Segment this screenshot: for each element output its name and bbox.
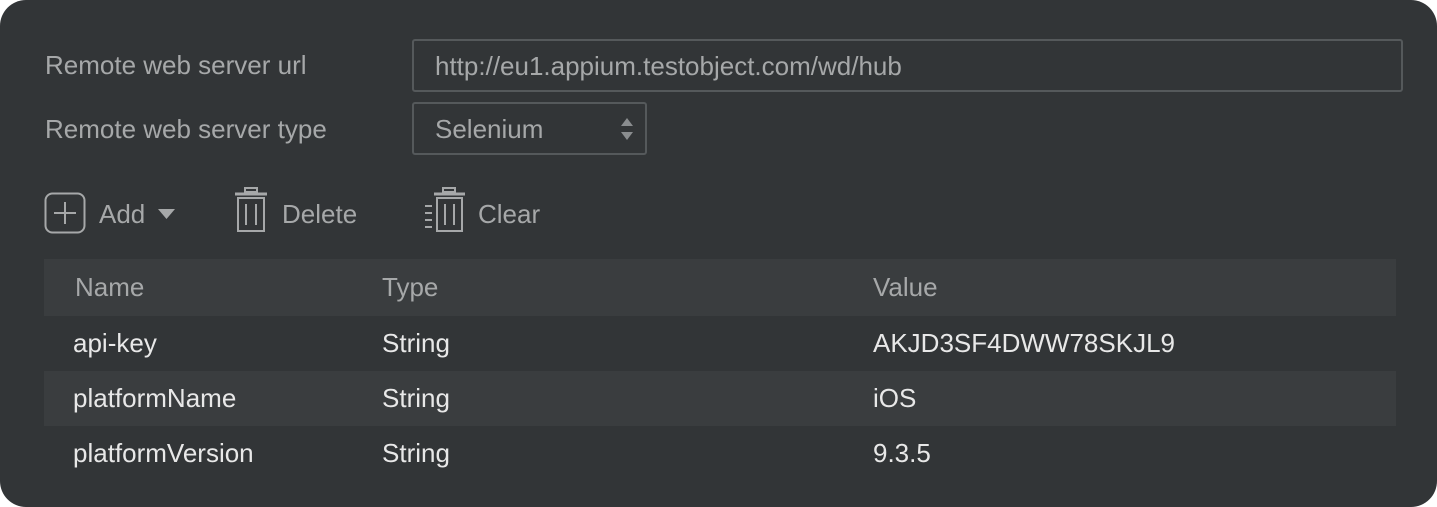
- table-header: Name Type Value: [44, 259, 1396, 316]
- caret-down-icon[interactable]: [158, 209, 175, 219]
- plus-square-icon: [44, 192, 86, 234]
- row-value: 9.3.5: [873, 438, 931, 468]
- row-type: String: [382, 438, 450, 468]
- row-type: String: [382, 383, 450, 413]
- delete-label: Delete: [282, 199, 358, 229]
- table-row[interactable]: platformName String iOS: [44, 371, 1396, 426]
- column-header-value[interactable]: Value: [873, 259, 938, 316]
- trash-icon: [235, 187, 267, 232]
- add-button[interactable]: Add: [44, 190, 179, 236]
- column-header-type[interactable]: Type: [382, 259, 438, 316]
- server-type-select[interactable]: Selenium: [412, 102, 647, 155]
- clear-button[interactable]: Clear: [424, 187, 549, 236]
- capabilities-panel: Remote web server url http://eu1.appium.…: [0, 0, 1437, 507]
- server-url-input[interactable]: http://eu1.appium.testobject.com/wd/hub: [412, 39, 1403, 92]
- clear-label: Clear: [478, 199, 541, 229]
- row-name: platformVersion: [73, 438, 254, 468]
- up-down-arrows-icon: [621, 118, 633, 140]
- table-row[interactable]: platformVersion String 9.3.5: [44, 426, 1396, 481]
- clear-list-icon: [425, 187, 465, 232]
- table-row[interactable]: api-key String AKJD3SF4DWW78SKJL9: [44, 316, 1396, 371]
- row-value: AKJD3SF4DWW78SKJL9: [873, 328, 1175, 358]
- row-type: String: [382, 328, 450, 358]
- delete-button[interactable]: Delete: [234, 187, 364, 236]
- server-url-label: Remote web server url: [45, 50, 307, 80]
- add-label: Add: [99, 199, 146, 229]
- capabilities-table: Name Type Value api-key String AKJD3SF4D…: [44, 259, 1396, 481]
- row-name: api-key: [73, 328, 157, 358]
- column-header-name[interactable]: Name: [75, 259, 144, 316]
- row-value: iOS: [873, 383, 917, 413]
- server-type-label: Remote web server type: [45, 114, 327, 144]
- server-url-value: http://eu1.appium.testobject.com/wd/hub: [435, 51, 902, 81]
- server-type-value: Selenium: [435, 114, 544, 144]
- row-name: platformName: [73, 383, 237, 413]
